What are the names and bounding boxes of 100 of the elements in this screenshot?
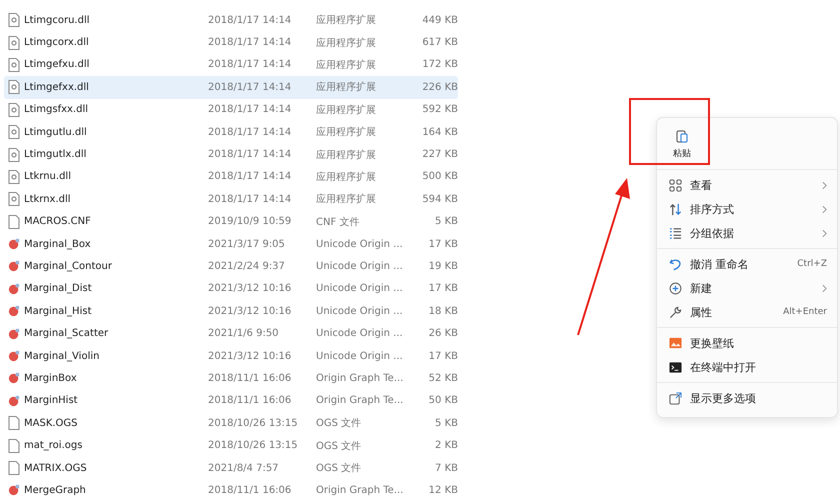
file-size: 172 KB [421,59,458,70]
file-size: 2 KB [434,440,458,452]
modified-date: 2021/3/12 10:16 [208,350,292,362]
origin-file-icon [8,304,20,318]
file-type: 应用程序扩展 [316,170,377,184]
origin-file-icon [8,349,20,364]
modified-date: 2019/10/9 10:59 [208,216,292,228]
menu-item[interactable]: 排序方式 [657,197,837,221]
file-icon [8,461,20,475]
file-type: Unicode Origin ... [316,238,404,250]
file-row[interactable]: Ltimgsfxx.dll 2018/1/17 14:14 应用程序扩展 592 KB [4,98,458,121]
menu-item[interactable]: 撤消 重命名 Ctrl+Z [657,252,837,276]
origin-file-icon [8,483,20,498]
menu-item[interactable]: 属性 Alt+Enter [657,300,837,324]
new-icon [669,282,682,294]
file-row[interactable]: MarginBox 2018/11/1 16:06 Origin Graph Te... 52 KB [4,367,458,390]
menu-item[interactable]: 分组依据 [657,221,837,245]
file-type: Origin Graph Te... [316,372,404,384]
file-name: MACROS.CNF [24,216,91,228]
file-size: 5 KB [434,216,458,228]
file-name: mat_roi.ogs [24,440,82,452]
file-row[interactable]: MASK.OGS 2018/10/26 13:15 OGS 文件 5 KB [4,412,458,434]
modified-date: 2018/1/17 14:14 [208,194,292,205]
origin-file-icon [8,282,20,296]
file-type: Unicode Origin ... [316,260,404,272]
file-type: 应用程序扩展 [316,14,377,28]
file-type: Unicode Origin ... [316,328,404,340]
file-name: Ltimgutlu.dll [24,126,87,138]
file-type: Origin Graph Te... [316,395,404,406]
file-row[interactable]: Marginal_Contour 2021/2/24 9:37 Unicode Origin ... 19 KB [4,255,458,278]
modified-date: 2018/11/1 16:06 [208,395,292,406]
modified-date: 2021/2/24 9:37 [208,260,286,272]
file-type: 应用程序扩展 [316,58,377,72]
file-type: OGS 文件 [316,416,362,430]
file-row[interactable]: MATRIX.OGS 2021/8/4 7:57 OGS 文件 7 KB [4,456,458,480]
file-row[interactable]: MergeGraph 2018/11/1 16:06 Origin Graph Te... 12 KB [4,479,458,498]
file-size: 26 KB [428,328,458,340]
wallpaper-icon [669,336,682,350]
file-size: 594 KB [421,194,458,205]
file-size: 7 KB [434,462,458,474]
file-size: 164 KB [421,126,458,138]
file-row[interactable]: Marginal_Hist 2021/3/12 10:16 Unicode Origin ... 18 KB [4,300,458,322]
file-row[interactable]: Ltkrnu.dll 2018/1/17 14:14 应用程序扩展 500 KB [4,166,458,188]
menu-item[interactable]: 在终端中打开 [657,355,837,379]
file-name: Marginal_Scatter [24,328,108,340]
modified-date: 2018/1/17 14:14 [208,171,292,182]
file-name: Marginal_Box [24,238,91,250]
file-row[interactable]: Marginal_Dist 2021/3/12 10:16 Unicode Origin ... 17 KB [4,278,458,300]
file-type: 应用程序扩展 [316,104,377,117]
dll-file-icon [8,102,20,117]
file-row[interactable]: Marginal_Box 2021/3/17 9:05 Unicode Origin ... 17 KB [4,232,458,256]
file-name: Ltimgefxu.dll [24,59,90,70]
file-row[interactable]: Marginal_Violin 2021/3/12 10:16 Unicode Origin ... 17 KB [4,344,458,368]
file-size: 5 KB [434,418,458,429]
file-row[interactable]: Ltimgutlu.dll 2018/1/17 14:14 应用程序扩展 164 KB [4,120,458,144]
file-row[interactable]: Ltimgcorx.dll 2018/1/17 14:14 应用程序扩展 617 KB [4,31,458,54]
file-name: Ltimgefxx.dll [24,82,89,93]
origin-file-icon [8,259,20,274]
dll-file-icon [8,170,20,184]
file-type: 应用程序扩展 [316,36,377,50]
file-row[interactable]: MarginHist 2018/11/1 16:06 Origin Graph Te... 50 KB [4,390,458,412]
file-row[interactable]: Ltimgefxu.dll 2018/1/17 14:14 应用程序扩展 172 KB [4,54,458,76]
menu-item[interactable]: 更换壁纸 [657,331,837,355]
modified-date: 2018/1/17 14:14 [208,126,292,138]
menu-item[interactable]: 查看 [657,173,837,197]
modified-date: 2018/1/17 14:14 [208,82,292,93]
sort-icon [669,202,682,216]
shortcut-text: Ctrl+Z [797,259,827,269]
file-row[interactable]: MACROS.CNF 2019/10/9 10:59 CNF 文件 5 KB [4,210,458,233]
paste-button[interactable]: 粘贴 [667,124,697,165]
file-icon [8,438,20,453]
file-type: Unicode Origin ... [316,350,404,362]
file-icon [8,416,20,430]
file-row[interactable]: mat_roi.ogs 2018/10/26 13:15 OGS 文件 2 KB [4,434,458,457]
dll-file-icon [8,13,20,28]
file-type: Unicode Origin ... [316,283,404,294]
file-type: OGS 文件 [316,462,362,475]
modified-date: 2018/1/17 14:14 [208,104,292,116]
dll-file-icon [8,80,20,94]
modified-date: 2018/11/1 16:06 [208,372,292,384]
file-row[interactable]: Ltimgcoru.dll 2018/1/17 14:14 应用程序扩展 449 KB [4,9,458,32]
modified-date: 2018/1/17 14:14 [208,59,292,70]
modified-date: 2018/1/17 14:14 [208,37,292,48]
menu-item[interactable]: 新建 [657,276,837,300]
group-icon [669,226,682,240]
file-size: 17 KB [428,238,458,250]
file-type: 应用程序扩展 [316,80,377,94]
file-size: 226 KB [421,82,458,93]
file-row[interactable]: Ltimgefxx.dll 2018/1/17 14:14 应用程序扩展 226 KB [4,76,458,99]
file-name: Marginal_Dist [24,283,92,294]
file-row[interactable]: Ltkrnx.dll 2018/1/17 14:14 应用程序扩展 594 KB [4,188,458,211]
menu-item[interactable]: 显示更多选项 [657,386,837,410]
file-name: MarginHist [24,395,78,406]
modified-date: 2018/1/17 14:14 [208,149,292,160]
file-row[interactable]: Ltimgutlx.dll 2018/1/17 14:14 应用程序扩展 227 KB [4,143,458,166]
file-size: 17 KB [428,350,458,362]
file-row[interactable]: Marginal_Scatter 2021/1/6 9:50 Unicode Origin ... 26 KB [4,322,458,345]
file-name: Ltimgcoru.dll [24,14,90,26]
undo-icon [669,258,682,270]
file-name: Marginal_Violin [24,350,100,362]
